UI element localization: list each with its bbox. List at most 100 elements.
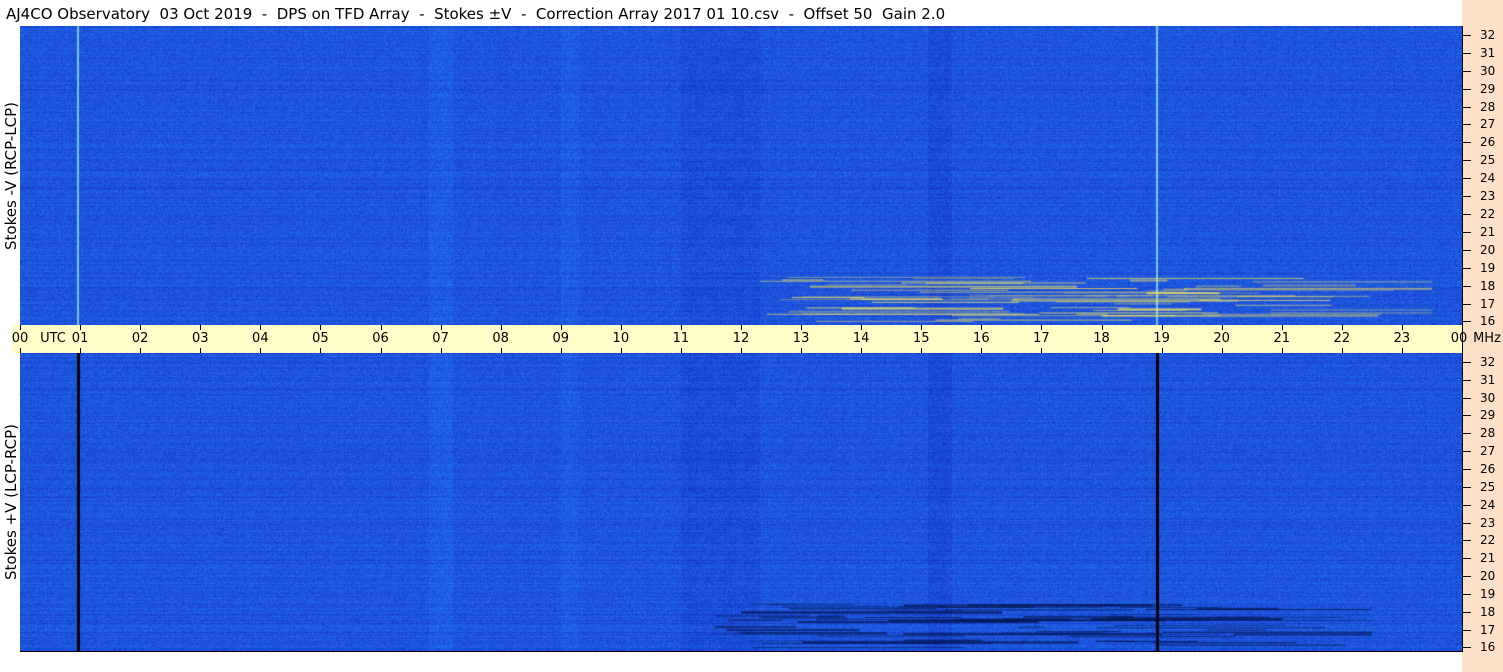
y-tick-mark [1462,285,1471,287]
y-tick-label: 29 [1480,81,1496,96]
x-tick-mark [1281,325,1283,330]
y-tick-label: 16 [1480,314,1496,329]
y-tick-mark [1462,88,1471,90]
x-tick-mark [861,348,863,353]
y-tick-mark [1462,303,1471,305]
x-tick-label: 07 [432,331,449,346]
x-tick-label: 12 [732,331,750,346]
y-tick-mark [1462,213,1471,215]
y-tick-label: 16 [1480,640,1496,655]
x-tick-label: 04 [252,331,269,346]
y-tick-label: 30 [1480,390,1496,405]
y-axis-unit-label: MHz [1473,331,1501,346]
y-tick-mark [1462,540,1471,542]
y-tick-mark [1462,504,1471,506]
x-tick-mark [80,325,82,330]
y-tick-mark [1462,522,1471,524]
y-tick-label: 23 [1480,189,1496,204]
y-tick-label: 31 [1480,45,1496,60]
x-tick-label: 13 [792,331,810,346]
y-tick-label: 19 [1480,260,1496,275]
y-tick-mark [1462,397,1471,399]
x-tick-mark [500,348,502,353]
x-tick-mark [260,348,262,353]
y-tick-label: 27 [1480,117,1496,132]
x-tick-mark [1041,348,1043,353]
x-tick-mark [741,348,742,353]
y-tick-label: 26 [1480,461,1496,476]
y-tick-mark [1462,124,1471,126]
y-tick-label: 26 [1480,135,1496,150]
x-tick-mark [1101,348,1103,353]
x-tick-label: 18 [1093,331,1110,346]
x-tick-label: 03 [191,331,209,346]
y-tick-label: 32 [1480,354,1496,369]
y-tick-mark [1462,361,1471,363]
y-tick-mark [1462,196,1471,198]
x-tick-label: 10 [612,331,630,346]
y-tick-label: 17 [1480,296,1496,311]
x-tick-mark [921,348,923,353]
y-tick-label: 18 [1480,604,1496,619]
y-tick-label: 32 [1480,27,1496,42]
bottom-spectrogram-canvas [20,353,1462,651]
y-tick-label: 22 [1480,206,1496,221]
y-tick-mark [1462,160,1471,162]
y-tick-label: 20 [1480,242,1496,257]
x-tick-label: 19 [1153,331,1170,346]
y-tick-label: 20 [1480,569,1496,584]
x-tick-mark [1221,325,1223,330]
x-tick-mark [380,325,382,330]
x-tick-mark [981,325,983,330]
x-tick-mark [80,348,82,353]
y-tick-label: 19 [1480,586,1496,601]
y-tick-label: 22 [1480,533,1496,548]
x-tick-label: 23 [1393,331,1411,346]
x-tick-mark [20,348,21,353]
x-tick-mark [1401,325,1403,330]
y-tick-mark [1462,486,1471,488]
x-tick-label: 17 [1033,331,1050,346]
y-tick-label: 18 [1480,278,1496,293]
y-tick-label: 21 [1480,224,1496,239]
x-tick-mark [140,325,142,330]
y-tick-mark [1462,415,1471,417]
y-tick-mark [1462,576,1471,578]
y-tick-mark [1462,34,1471,36]
x-tick-mark [741,325,742,330]
x-tick-label: 14 [852,331,870,346]
x-tick-mark [1161,325,1163,330]
y-tick-label: 28 [1480,426,1496,441]
y-tick-label: 17 [1480,622,1496,637]
x-tick-mark [1341,325,1343,330]
x-tick-mark [680,348,682,353]
x-tick-label: 16 [973,331,990,346]
x-tick-label: 11 [672,331,690,346]
y-tick-mark [1462,433,1471,435]
y-tick-label: 24 [1480,497,1496,512]
x-tick-label: 09 [552,331,570,346]
x-tick-mark [560,348,562,353]
y-tick-label: 21 [1480,551,1496,566]
y-tick-label: 23 [1480,515,1496,530]
y-tick-mark [1462,629,1471,631]
x-tick-label: 15 [912,331,930,346]
top-spectrogram-canvas [20,26,1462,325]
x-tick-label: 22 [1333,331,1351,346]
y-tick-mark [1462,451,1471,453]
x-tick-mark [921,325,923,330]
plot-frame-right [1462,26,1463,651]
x-tick-mark [1101,325,1103,330]
x-tick-mark [320,325,322,330]
bottom-spectrogram-panel [20,353,1462,651]
x-tick-label: 08 [492,331,509,346]
y-tick-mark [1462,647,1471,649]
y-tick-mark [1462,231,1471,233]
x-tick-label: 01 [71,331,89,346]
y-tick-label: 25 [1480,153,1496,168]
y-tick-mark [1462,106,1471,108]
y-tick-label: 27 [1480,444,1496,459]
x-tick-mark [560,325,562,330]
x-tick-label: 00 [1450,331,1468,346]
x-tick-mark [440,348,442,353]
